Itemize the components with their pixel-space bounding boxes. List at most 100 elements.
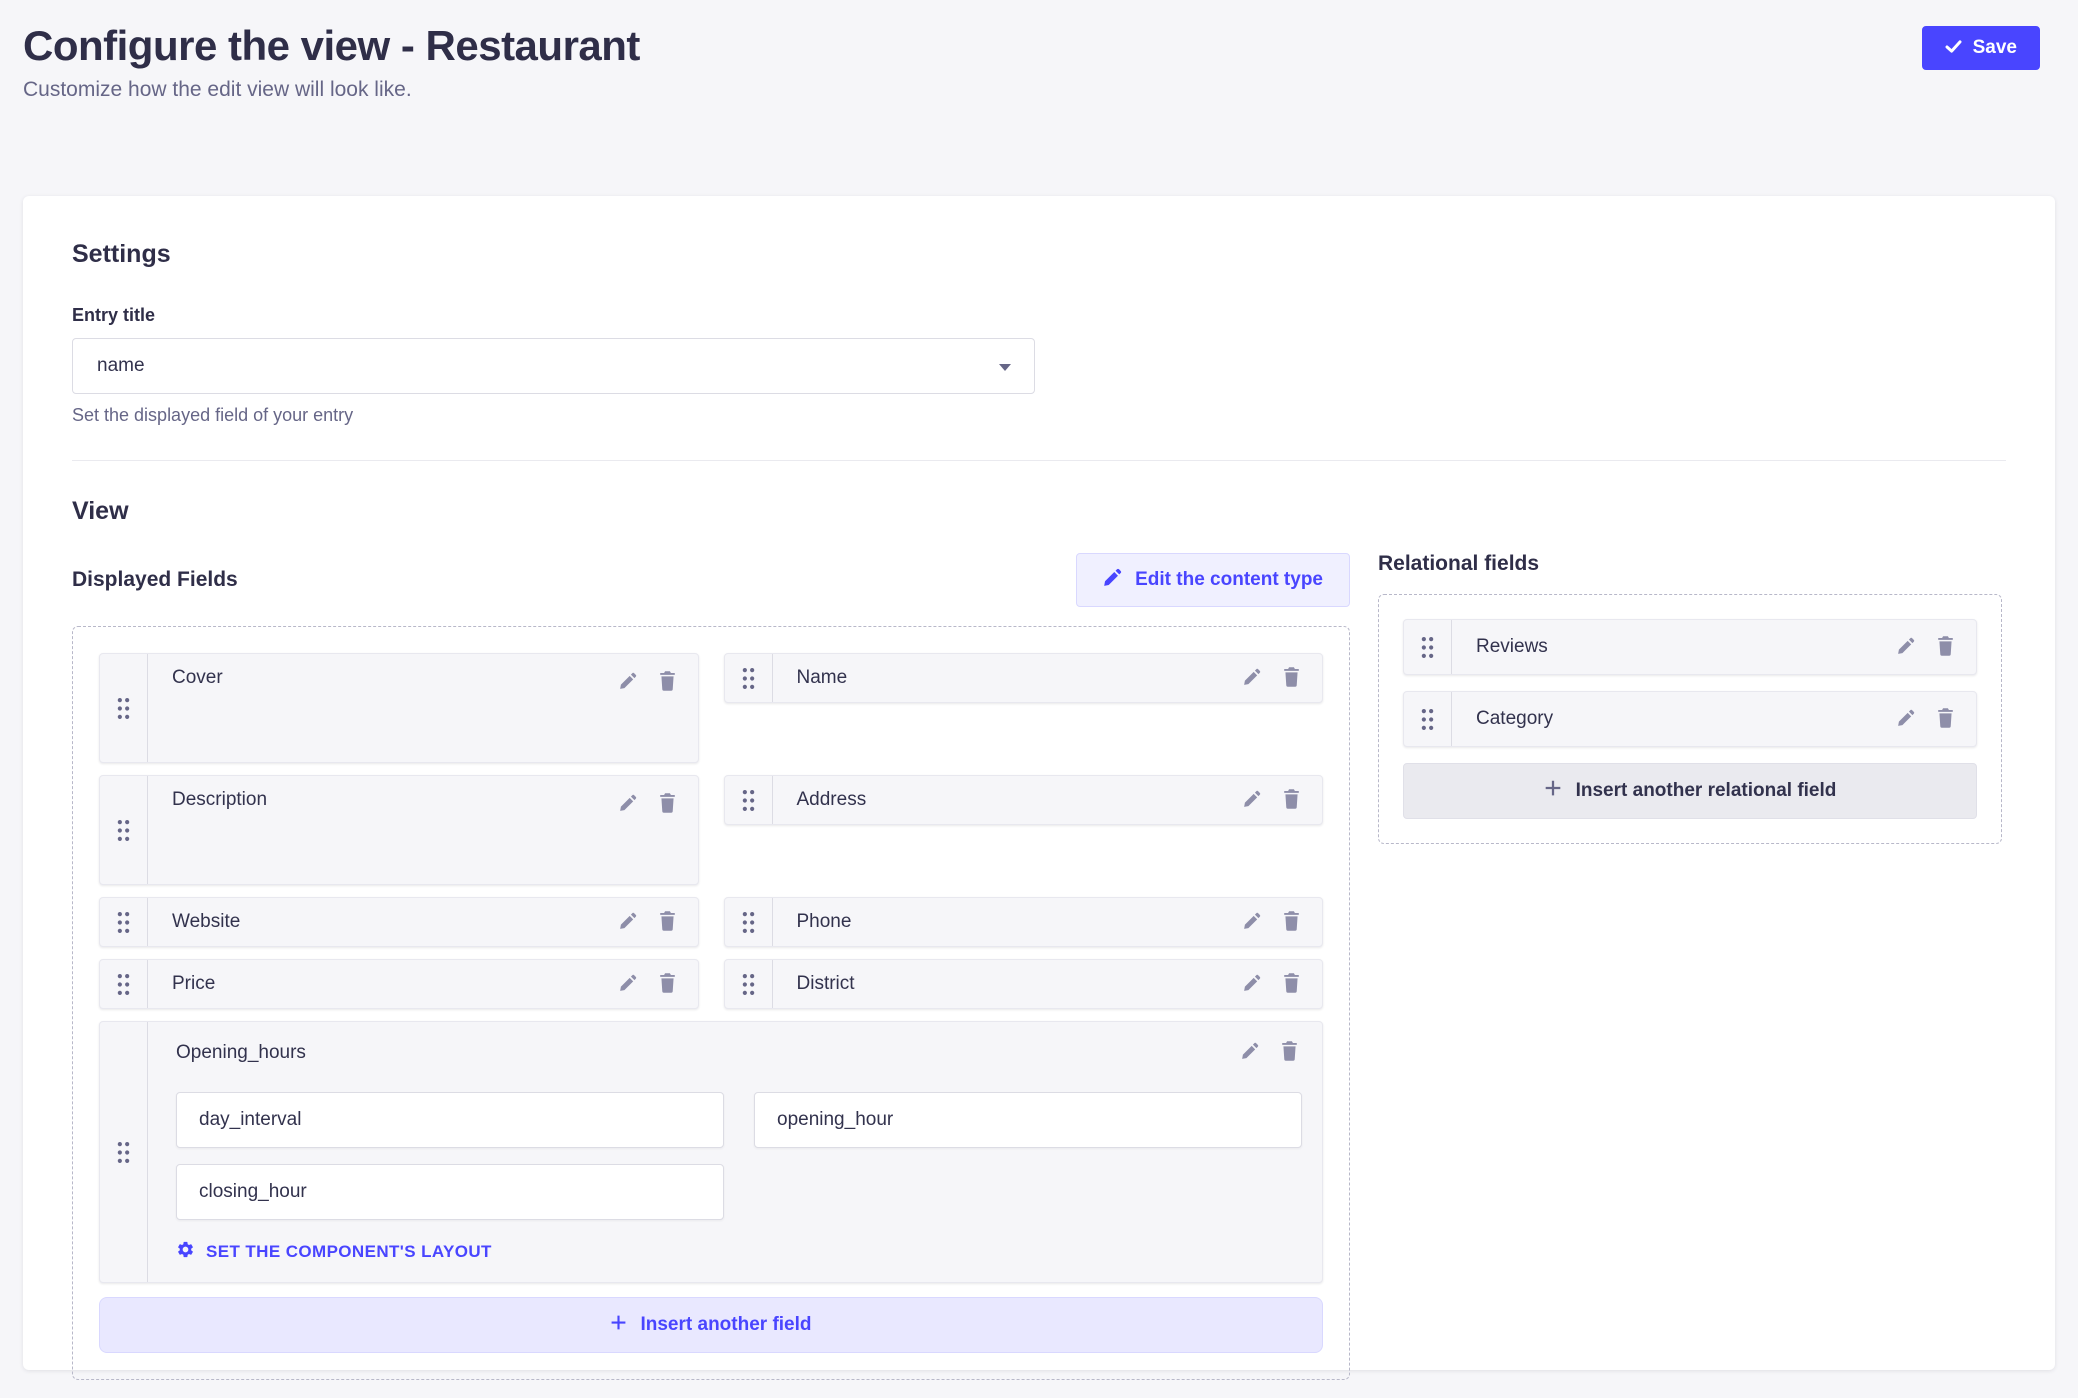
section-divider [72, 460, 2006, 461]
delete-component-button[interactable] [1277, 1037, 1302, 1068]
edit-field-button[interactable] [615, 970, 641, 999]
subfield-day-interval[interactable]: day_interval [176, 1092, 724, 1148]
drag-handle-icon[interactable] [725, 898, 773, 946]
trash-icon [659, 793, 676, 816]
edit-field-button[interactable] [1239, 664, 1265, 693]
set-component-layout-button[interactable]: SET THE COMPONENT'S LAYOUT [176, 1240, 1302, 1264]
entry-title-label: Entry title [72, 305, 2006, 326]
delete-field-button[interactable] [655, 907, 680, 938]
set-component-layout-label: SET THE COMPONENT'S LAYOUT [206, 1242, 492, 1262]
drag-handle-icon[interactable] [100, 1022, 148, 1282]
subfield-closing-hour[interactable]: closing_hour [176, 1164, 724, 1220]
relational-field-label: Category [1476, 708, 1893, 730]
delete-field-button[interactable] [655, 789, 680, 820]
pencil-icon [1897, 709, 1915, 730]
drag-handle-icon[interactable] [725, 654, 773, 702]
pencil-icon [1897, 637, 1915, 658]
trash-icon [1937, 636, 1954, 659]
field-label: Name [797, 667, 1240, 689]
field-label: District [797, 973, 1240, 995]
field-card-name[interactable]: Name [724, 653, 1324, 703]
subfield-opening-hour[interactable]: opening_hour [754, 1092, 1302, 1148]
displayed-fields-section: Displayed Fields Edit the content type [72, 552, 1350, 1380]
field-label: Description [172, 789, 615, 811]
save-button-label: Save [1973, 37, 2017, 59]
relational-card-category[interactable]: Category [1403, 691, 1977, 747]
page-title: Configure the view - Restaurant [23, 22, 640, 70]
drag-handle-icon[interactable] [1404, 692, 1452, 746]
component-card-opening-hours[interactable]: Opening_hours day_interval opening_hour … [99, 1021, 1323, 1283]
drag-handle-icon[interactable] [100, 960, 148, 1008]
trash-icon [1283, 667, 1300, 690]
relational-field-label: Reviews [1476, 636, 1893, 658]
edit-content-type-label: Edit the content type [1135, 569, 1323, 591]
delete-relational-button[interactable] [1933, 632, 1958, 663]
field-row: Website [99, 897, 1323, 947]
page-header-text: Configure the view - Restaurant Customiz… [23, 22, 640, 102]
insert-another-relational-field-button[interactable]: Insert another relational field [1403, 763, 1977, 819]
pencil-icon [1243, 974, 1261, 995]
entry-title-select[interactable]: name [72, 338, 1035, 394]
page-header: Configure the view - Restaurant Customiz… [0, 0, 2078, 102]
save-button[interactable]: Save [1922, 26, 2040, 70]
trash-icon [1283, 973, 1300, 996]
relational-card-reviews[interactable]: Reviews [1403, 619, 1977, 675]
drag-handle-icon[interactable] [100, 776, 148, 884]
trash-icon [659, 671, 676, 694]
pencil-icon [1103, 568, 1122, 593]
displayed-fields-dropzone: Cover [72, 626, 1350, 1380]
edit-field-button[interactable] [1239, 908, 1265, 937]
pencil-icon [619, 672, 637, 693]
field-card-website[interactable]: Website [99, 897, 699, 947]
field-row: Description [99, 775, 1323, 885]
edit-field-button[interactable] [1239, 786, 1265, 815]
field-card-cover[interactable]: Cover [99, 653, 699, 763]
delete-field-button[interactable] [1279, 969, 1304, 1000]
pencil-icon [1243, 912, 1261, 933]
drag-handle-icon[interactable] [100, 654, 148, 762]
field-label: Website [172, 911, 615, 933]
edit-field-button[interactable] [615, 668, 641, 697]
field-card-price[interactable]: Price [99, 959, 699, 1009]
edit-component-button[interactable] [1237, 1038, 1263, 1067]
drag-handle-icon[interactable] [725, 960, 773, 1008]
edit-field-button[interactable] [615, 908, 641, 937]
trash-icon [1937, 708, 1954, 731]
delete-relational-button[interactable] [1933, 704, 1958, 735]
edit-field-button[interactable] [615, 790, 641, 819]
drag-handle-icon[interactable] [1404, 620, 1452, 674]
pencil-icon [619, 912, 637, 933]
delete-field-button[interactable] [655, 667, 680, 698]
pencil-icon [619, 974, 637, 995]
settings-heading: Settings [72, 240, 2006, 269]
insert-another-field-label: Insert another field [640, 1314, 811, 1336]
drag-handle-icon[interactable] [725, 776, 773, 824]
insert-another-field-button[interactable]: Insert another field [99, 1297, 1323, 1353]
component-label: Opening_hours [176, 1042, 1237, 1064]
check-icon [1945, 37, 1962, 59]
gear-icon [176, 1240, 195, 1264]
page-subtitle: Customize how the edit view will look li… [23, 78, 640, 102]
field-row: Price [99, 959, 1323, 1009]
edit-relational-button[interactable] [1893, 633, 1919, 662]
trash-icon [659, 973, 676, 996]
delete-field-button[interactable] [655, 969, 680, 1000]
edit-content-type-button[interactable]: Edit the content type [1076, 553, 1350, 607]
chevron-down-icon [999, 364, 1011, 371]
drag-handle-icon[interactable] [100, 898, 148, 946]
insert-another-relational-field-label: Insert another relational field [1576, 780, 1837, 802]
field-card-district[interactable]: District [724, 959, 1324, 1009]
pencil-icon [619, 794, 637, 815]
field-card-address[interactable]: Address [724, 775, 1324, 825]
field-label: Cover [172, 667, 615, 689]
field-card-description[interactable]: Description [99, 775, 699, 885]
displayed-fields-header: Displayed Fields Edit the content type [72, 552, 1350, 608]
delete-field-button[interactable] [1279, 907, 1304, 938]
delete-field-button[interactable] [1279, 663, 1304, 694]
field-row: Cover [99, 653, 1323, 763]
delete-field-button[interactable] [1279, 785, 1304, 816]
edit-relational-button[interactable] [1893, 705, 1919, 734]
field-label: Phone [797, 911, 1240, 933]
edit-field-button[interactable] [1239, 970, 1265, 999]
field-card-phone[interactable]: Phone [724, 897, 1324, 947]
